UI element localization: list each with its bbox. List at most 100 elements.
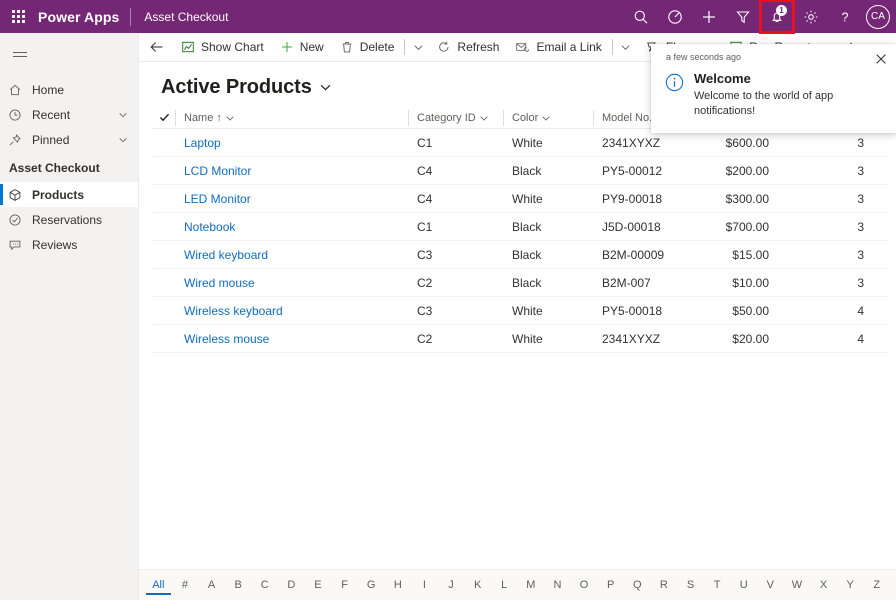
pin-icon [8, 133, 30, 147]
app-name-label[interactable]: Asset Checkout [131, 10, 228, 24]
table-row[interactable]: Wireless keyboard C3 White PY5-00018 $50.00 4 [153, 297, 890, 325]
row-checkbox[interactable] [153, 241, 175, 269]
row-checkbox[interactable] [153, 213, 175, 241]
alpha-filter-t[interactable]: T [705, 576, 730, 595]
alpha-filter-f[interactable]: F [332, 576, 357, 595]
notification-title: Welcome [694, 71, 751, 86]
alpha-filter-all[interactable]: All [146, 576, 171, 595]
row-checkbox[interactable] [153, 157, 175, 185]
delete-overflow-chevron[interactable] [407, 33, 429, 61]
chevron-down-icon[interactable] [118, 135, 138, 145]
row-name-link[interactable]: Wired keyboard [175, 241, 408, 269]
row-price: $700.00 [725, 219, 769, 234]
column-header-category-id[interactable]: Category ID [408, 107, 503, 129]
email-link-icon [516, 43, 530, 52]
table-row[interactable]: Wireless mouse C2 White 2341XYXZ $20.00 4 [153, 325, 890, 353]
alpha-filter-y[interactable]: Y [838, 576, 863, 595]
new-record-button[interactable] [692, 0, 726, 33]
alpha-filter-o[interactable]: O [572, 576, 597, 595]
table-row[interactable]: LED Monitor C4 White PY9-00018 $300.00 3 [153, 185, 890, 213]
alpha-filter-z[interactable]: Z [864, 576, 889, 595]
help-button[interactable]: ? [828, 0, 862, 33]
alpha-filter-e[interactable]: E [306, 576, 331, 595]
alpha-filter-j[interactable]: J [439, 576, 464, 595]
alpha-filter-a[interactable]: A [199, 576, 224, 595]
settings-button[interactable] [794, 0, 828, 33]
row-model: 2341XYXZ [602, 331, 661, 346]
home-icon [8, 83, 30, 97]
row-checkbox[interactable] [153, 185, 175, 213]
alpha-filter-l[interactable]: L [492, 576, 517, 595]
diagnostics-button[interactable] [658, 0, 692, 33]
alpha-filter-v[interactable]: V [758, 576, 783, 595]
alpha-filter-s[interactable]: S [678, 576, 703, 595]
row-end [878, 213, 890, 241]
sidebar-item-home[interactable]: Home [0, 77, 138, 102]
show-chart-button[interactable]: Show Chart [173, 33, 272, 61]
sidebar-item-reservations[interactable]: Reservations [0, 207, 138, 232]
chevron-down-icon[interactable] [118, 110, 138, 120]
alpha-filter-i[interactable]: I [412, 576, 437, 595]
row-name-link[interactable]: Laptop [175, 129, 408, 157]
row-name-link[interactable]: LED Monitor [175, 185, 408, 213]
alpha-filter-d[interactable]: D [279, 576, 304, 595]
row-name-link[interactable]: Wireless keyboard [175, 297, 408, 325]
email-overflow-chevron[interactable] [615, 33, 637, 61]
table-row[interactable]: Wired keyboard C3 Black B2M-00009 $15.00 3 [153, 241, 890, 269]
sidebar-item-recent[interactable]: Recent [0, 102, 138, 127]
row-checkbox[interactable] [153, 269, 175, 297]
row-model: B2M-00009 [602, 247, 665, 262]
sidebar-item-reviews[interactable]: Reviews [0, 232, 138, 257]
table-row[interactable]: LCD Monitor C4 Black PY5-00012 $200.00 3 [153, 157, 890, 185]
alpha-filter-c[interactable]: C [252, 576, 277, 595]
alpha-filter-q[interactable]: Q [625, 576, 650, 595]
close-notification-button[interactable] [872, 50, 890, 68]
column-header-name[interactable]: Name ↑ [175, 107, 408, 129]
refresh-icon [439, 41, 449, 52]
notifications-button[interactable]: 1 [759, 0, 795, 34]
sidebar-toggle-button[interactable] [0, 37, 40, 71]
alpha-filter-k[interactable]: K [465, 576, 490, 595]
alpha-filter-u[interactable]: U [731, 576, 756, 595]
alpha-filter-m[interactable]: M [519, 576, 544, 595]
alpha-filter-n[interactable]: N [545, 576, 570, 595]
search-button[interactable] [624, 0, 658, 33]
alpha-filter-hash[interactable]: # [173, 576, 198, 595]
sidebar-item-products[interactable]: Products [0, 182, 138, 207]
alpha-filter-x[interactable]: X [811, 576, 836, 595]
row-name-link[interactable]: LCD Monitor [175, 157, 408, 185]
sidebar-item-pinned[interactable]: Pinned [0, 127, 138, 152]
delete-button[interactable]: Delete [332, 33, 403, 61]
alpha-filter-g[interactable]: G [359, 576, 384, 595]
row-name-link[interactable]: Wired mouse [175, 269, 408, 297]
user-avatar[interactable]: CA [866, 4, 890, 29]
app-launcher-button[interactable] [0, 0, 36, 33]
row-color: Black [512, 275, 542, 290]
alpha-filter-h[interactable]: H [385, 576, 410, 595]
row-name-link[interactable]: Wireless mouse [175, 325, 408, 353]
row-color: Black [512, 163, 542, 178]
checkmark-icon [159, 113, 169, 122]
row-checkbox[interactable] [153, 325, 175, 353]
email-a-link-button[interactable]: Email a Link [507, 33, 609, 61]
table-row[interactable]: Notebook C1 Black J5D-00018 $700.00 3 [153, 213, 890, 241]
alpha-filter-p[interactable]: P [598, 576, 623, 595]
table-row[interactable]: Wired mouse C2 Black B2M-007 $10.00 3 [153, 269, 890, 297]
brand-title[interactable]: Power Apps [36, 9, 130, 25]
chevron-down-icon [621, 44, 630, 50]
filter-button[interactable] [726, 0, 760, 33]
alpha-filter-r[interactable]: R [652, 576, 677, 595]
refresh-button[interactable]: Refresh [429, 33, 507, 61]
row-checkbox[interactable] [153, 297, 175, 325]
alpha-filter-b[interactable]: B [226, 576, 251, 595]
alpha-filter-w[interactable]: W [785, 576, 810, 595]
row-color: White [512, 135, 543, 150]
table-row[interactable]: Laptop C1 White 2341XYXZ $600.00 3 [153, 129, 890, 157]
row-name-link[interactable]: Notebook [175, 213, 408, 241]
column-header-color[interactable]: Color [503, 107, 593, 129]
notification-content: Welcome Welcome to the world of app noti… [694, 71, 882, 119]
new-button[interactable]: New [272, 33, 332, 61]
row-checkbox[interactable] [153, 129, 175, 157]
back-button[interactable] [143, 33, 171, 61]
select-all-checkbox[interactable] [153, 112, 175, 123]
